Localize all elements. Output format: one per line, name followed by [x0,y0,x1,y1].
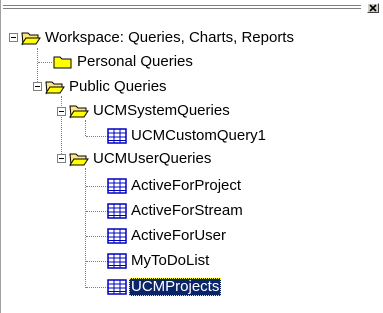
workspace-pane: Workspace: Queries, Charts, Reports Pers… [0,0,383,313]
folder-icon [53,53,75,71]
tree-node-label: ActiveForUser [131,227,227,244]
query-grid-icon [107,252,129,270]
tree-node-active-for-user[interactable]: ActiveForUser [107,226,228,246]
open-folder-icon [69,150,91,168]
tree-node-label: Public Queries [69,78,167,95]
tree-node-ucm-system-queries[interactable]: UCMSystemQueries [69,101,232,121]
query-grid-icon [107,202,129,220]
expander-root[interactable] [9,33,18,42]
open-folder-icon [21,29,43,47]
expander-public-queries[interactable] [33,82,42,91]
query-grid-icon [107,177,129,195]
tree-node-personal-queries[interactable]: Personal Queries [53,52,195,72]
query-grid-icon [107,227,129,245]
tree-node-workspace[interactable]: Workspace: Queries, Charts, Reports [21,28,296,48]
tree-node-label: UCMProjects [129,278,222,296]
query-grid-icon [107,127,129,145]
tree-node-label: UCMUserQueries [93,150,212,167]
tree-node-label: UCMSystemQueries [93,102,230,119]
tree-node-label: ActiveForProject [131,177,242,194]
tree-node-public-queries[interactable]: Public Queries [45,77,169,97]
tree-node-label: Personal Queries [77,53,193,70]
tree-node-active-for-stream[interactable]: ActiveForStream [107,201,245,221]
tree-node-label: MyToDoList [131,252,210,269]
tree-node-ucm-user-queries[interactable]: UCMUserQueries [69,149,213,169]
tree-node-label: ActiveForStream [131,202,243,219]
tree-node-my-todo-list[interactable]: MyToDoList [107,251,211,271]
query-grid-icon [107,278,129,296]
tree-node-ucm-projects[interactable]: UCMProjects [107,277,222,297]
tree-node-active-for-project[interactable]: ActiveForProject [107,176,243,196]
open-folder-icon [69,102,91,120]
expander-ucm-user-queries[interactable] [57,154,66,163]
expander-ucm-system-queries[interactable] [57,107,66,116]
tree-node-ucm-custom-query1[interactable]: UCMCustomQuery1 [107,126,268,146]
open-folder-icon [45,78,67,96]
tree-node-label: Workspace: Queries, Charts, Reports [45,29,294,46]
tree-node-label: UCMCustomQuery1 [131,127,267,144]
workspace-tree: Workspace: Queries, Charts, Reports Pers… [1,0,383,313]
